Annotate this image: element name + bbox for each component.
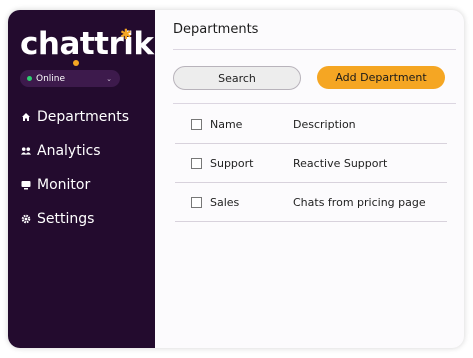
row-checkbox[interactable]	[191, 157, 202, 169]
status-dropdown[interactable]: Online ⌄	[20, 70, 120, 87]
logo: chattrik ✱	[20, 24, 154, 66]
online-dot-icon	[27, 76, 32, 81]
department-description: Chats from pricing page	[293, 195, 426, 209]
logo-dot-icon	[73, 60, 79, 66]
department-name: Sales	[210, 195, 240, 209]
sidebar-item-label: Analytics	[37, 143, 101, 159]
sidebar-item-label: Settings	[37, 211, 95, 227]
chevron-down-icon: ⌄	[106, 74, 112, 83]
column-header-name: Name	[210, 117, 243, 131]
column-header-description: Description	[293, 117, 356, 131]
sidebar: chattrik ✱ Online ⌄ Departments Analytic…	[8, 10, 155, 348]
sidebar-item-label: Monitor	[37, 177, 91, 193]
table-row[interactable]: Sales Chats from pricing page	[175, 183, 447, 222]
sidebar-item-settings[interactable]: Settings	[21, 202, 129, 236]
row-checkbox[interactable]	[191, 196, 202, 208]
divider	[173, 103, 456, 104]
sidebar-nav: Departments Analytics Monitor Settings	[21, 100, 129, 236]
gear-icon	[21, 214, 31, 224]
divider	[173, 49, 456, 50]
table-header-row: Name Description	[175, 105, 447, 144]
departments-table: Name Description Support Reactive Suppor…	[175, 105, 447, 222]
monitor-icon	[21, 180, 31, 190]
home-icon	[21, 112, 31, 122]
sidebar-item-label: Departments	[37, 109, 130, 125]
logo-star-icon: ✱	[120, 27, 132, 43]
users-icon	[21, 146, 31, 156]
add-department-button[interactable]: Add Department	[317, 66, 445, 89]
app-window: chattrik ✱ Online ⌄ Departments Analytic…	[8, 10, 464, 348]
sidebar-item-monitor[interactable]: Monitor	[21, 168, 129, 202]
select-all-checkbox[interactable]	[191, 118, 202, 130]
sidebar-item-analytics[interactable]: Analytics	[21, 134, 129, 168]
main-panel: Departments Search Add Department Name D…	[155, 10, 464, 348]
search-button[interactable]: Search	[173, 66, 301, 90]
sidebar-item-departments[interactable]: Departments	[21, 100, 129, 134]
department-name: Support	[210, 156, 254, 170]
table-row[interactable]: Support Reactive Support	[175, 144, 447, 183]
page-title: Departments	[173, 22, 259, 37]
status-label: Online	[36, 73, 66, 84]
department-description: Reactive Support	[293, 156, 388, 170]
